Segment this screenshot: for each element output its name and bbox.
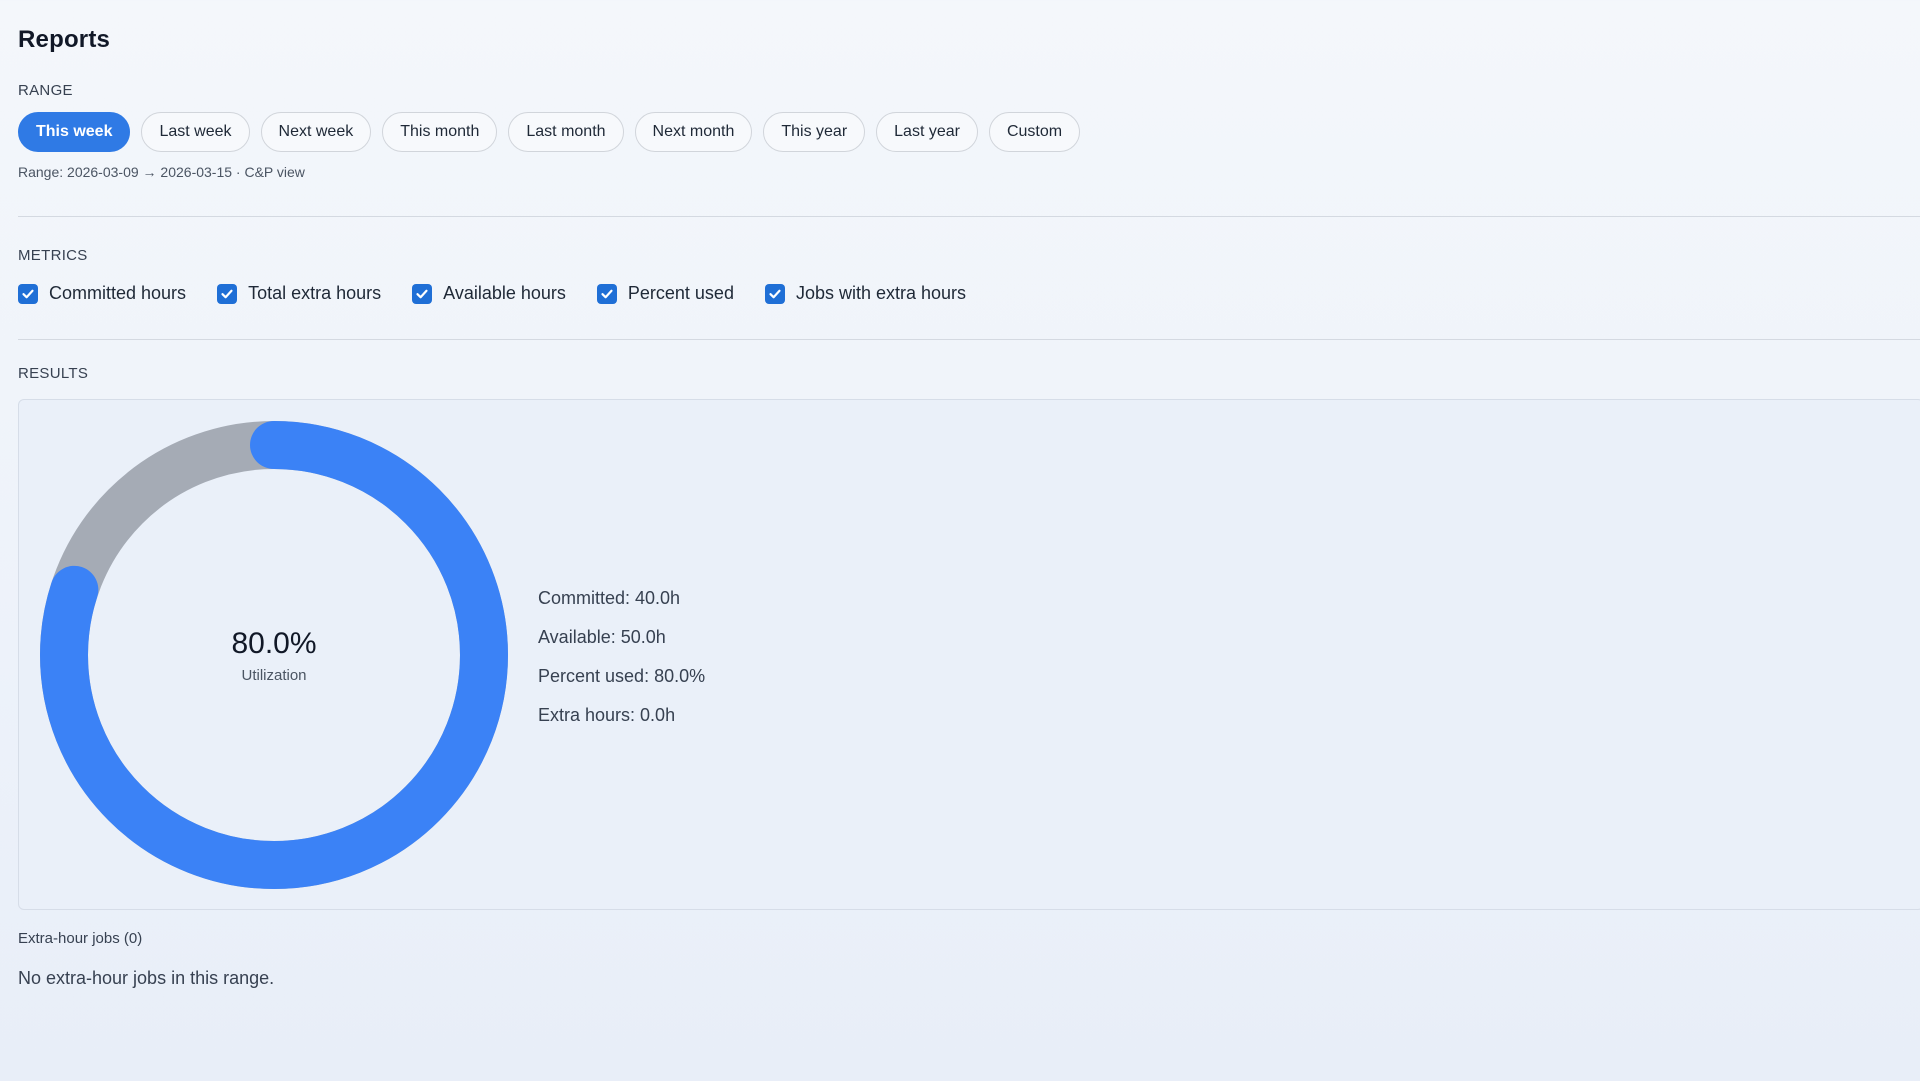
donut-value: 80.0% — [231, 626, 317, 660]
page-title: Reports — [18, 26, 111, 53]
metric-available-hours[interactable]: Available hours — [412, 283, 566, 304]
chip-custom[interactable]: Custom — [988, 112, 1081, 152]
checkbox-available-hours[interactable] — [412, 283, 433, 304]
stat-available: Available: 50.0h — [538, 627, 666, 647]
metrics-list: Committed hours Total extra hours Availa… — [18, 283, 966, 304]
range-chips: This week Last week Next week This month… — [18, 112, 1081, 152]
metric-committed-hours[interactable]: Committed hours — [18, 283, 186, 304]
reports-page: Reports RANGE This week Last week Next w… — [0, 0, 1920, 1081]
check-icon — [22, 289, 34, 298]
chip-next-week[interactable]: Next week — [260, 112, 372, 152]
metric-label: Total extra hours — [248, 283, 382, 303]
check-icon — [769, 289, 781, 298]
chip-last-month[interactable]: Last month — [508, 112, 624, 152]
extra-hour-jobs-label: Extra-hour jobs (0) — [18, 930, 143, 947]
checkbox-jobs-with-extra-hours[interactable] — [764, 283, 785, 304]
range-info: Range: 2026-03-09 → 2026-03-15 · C&P vie… — [18, 164, 305, 180]
metric-jobs-with-extra-hours[interactable]: Jobs with extra hours — [764, 283, 967, 304]
chip-next-month[interactable]: Next month — [634, 112, 753, 152]
check-icon — [601, 289, 613, 298]
range-section-label: RANGE — [18, 82, 73, 99]
metrics-section-label: METRICS — [18, 247, 88, 264]
empty-jobs-message: No extra-hour jobs in this range. — [18, 968, 275, 988]
results-card: 80.0% Utilization Committed: 40.0h Avail… — [18, 399, 1920, 910]
utilization-donut: 80.0% Utilization — [39, 420, 509, 890]
metric-total-extra-hours[interactable]: Total extra hours — [217, 283, 381, 304]
check-icon — [416, 289, 428, 298]
check-icon — [221, 289, 233, 298]
donut-caption: Utilization — [241, 666, 307, 684]
results-stats: Committed: 40.0h Available: 50.0h Percen… — [538, 588, 705, 726]
chip-this-week[interactable]: This week — [18, 112, 131, 152]
metric-label: Percent used — [627, 283, 734, 303]
metric-label: Jobs with extra hours — [795, 283, 967, 303]
results-section-label: RESULTS — [18, 365, 89, 382]
chip-last-week[interactable]: Last week — [141, 112, 250, 152]
stat-percent-used: Percent used: 80.0% — [538, 666, 706, 686]
divider — [18, 216, 1920, 217]
metric-percent-used[interactable]: Percent used — [596, 283, 734, 304]
metric-label: Committed hours — [49, 283, 187, 303]
checkbox-total-extra-hours[interactable] — [217, 283, 238, 304]
chip-this-month[interactable]: This month — [382, 112, 498, 152]
donut-center: 80.0% Utilization — [39, 420, 509, 890]
chip-this-year[interactable]: This year — [763, 112, 866, 152]
checkbox-percent-used[interactable] — [596, 283, 617, 304]
stat-committed: Committed: 40.0h — [538, 588, 681, 608]
metric-label: Available hours — [443, 283, 566, 303]
chip-last-year[interactable]: Last year — [876, 112, 978, 152]
checkbox-committed-hours[interactable] — [18, 283, 38, 304]
stat-extra-hours: Extra hours: 0.0h — [538, 705, 676, 725]
divider — [18, 339, 1920, 340]
